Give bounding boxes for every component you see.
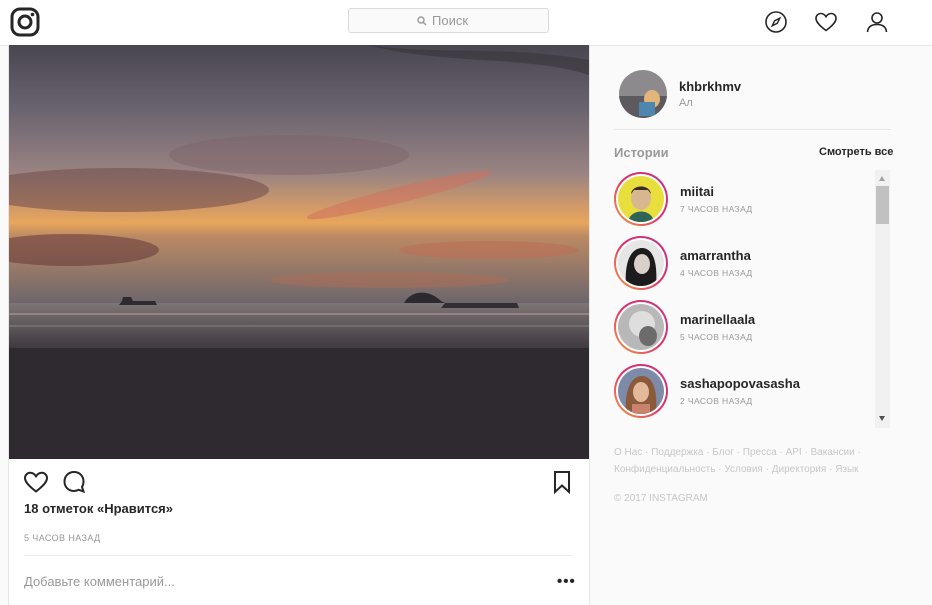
profile-full-name: Ал (679, 97, 693, 109)
search-icon (417, 15, 427, 25)
footer-link-privacy[interactable]: Конфиденциальность (614, 464, 715, 475)
compass-icon[interactable] (764, 10, 788, 34)
scroll-down-arrow-icon[interactable] (879, 416, 885, 421)
comment-divider (24, 555, 574, 556)
story-timestamp: 2 ЧАСОВ НАЗАД (680, 396, 753, 406)
copyright: © 2017 INSTAGRAM (614, 493, 708, 504)
stories-list: miitai 7 ЧАСОВ НАЗАД amarrantha 4 ЧАСОВ … (614, 170, 890, 428)
post-photo[interactable] (9, 45, 589, 459)
story-username[interactable]: miitai (680, 184, 714, 199)
post-card: 18 отметок «Нравится» 5 ЧАСОВ НАЗАД Доба… (8, 45, 590, 605)
story-avatar (618, 304, 664, 350)
story-ring (614, 364, 668, 418)
story-item[interactable]: miitai 7 ЧАСОВ НАЗАД (614, 170, 870, 230)
footer-link-language[interactable]: Язык (835, 464, 858, 475)
story-ring (614, 172, 668, 226)
see-all-stories-link[interactable]: Смотреть все (819, 146, 893, 158)
profile-username[interactable]: khbrkhmv (679, 79, 741, 94)
likes-count[interactable]: 18 отметок «Нравится» (24, 501, 173, 516)
stories-scrollbar[interactable] (875, 170, 890, 428)
story-username[interactable]: marinellaala (680, 312, 755, 327)
search-box[interactable] (348, 8, 549, 33)
bookmark-icon[interactable] (549, 469, 575, 495)
scroll-thumb[interactable] (876, 186, 889, 224)
footer-link-terms[interactable]: Условия (724, 464, 763, 475)
story-ring (614, 236, 668, 290)
post-timestamp: 5 ЧАСОВ НАЗАД (24, 533, 101, 543)
story-avatar (618, 176, 664, 222)
footer-link-jobs[interactable]: Вакансии (811, 447, 855, 458)
comment-input[interactable]: Добавьте комментарий... (24, 574, 175, 589)
story-timestamp: 4 ЧАСОВ НАЗАД (680, 268, 753, 278)
scroll-up-arrow-icon[interactable] (879, 176, 885, 181)
footer-link-api[interactable]: API (786, 447, 802, 458)
person-icon[interactable] (865, 10, 889, 34)
post-actions (23, 469, 575, 497)
story-avatar (618, 240, 664, 286)
instagram-logo[interactable] (10, 7, 40, 37)
story-item[interactable]: sashapopovasasha 2 ЧАСОВ НАЗАД (614, 362, 870, 422)
story-timestamp: 7 ЧАСОВ НАЗАД (680, 204, 753, 214)
heart-icon[interactable] (814, 10, 838, 34)
comment-icon[interactable] (61, 469, 87, 495)
more-options-button[interactable]: ••• (557, 573, 576, 590)
like-heart-icon[interactable] (23, 469, 49, 495)
search-input[interactable] (432, 13, 480, 28)
footer-link-press[interactable]: Пресса (743, 447, 777, 458)
stories-heading: Истории (614, 145, 669, 160)
sidebar-divider (614, 129, 891, 130)
story-avatar (618, 368, 664, 414)
profile-avatar[interactable] (619, 70, 667, 118)
current-user-profile[interactable]: khbrkhmv Ал (619, 70, 891, 128)
footer-links: О Нас · Поддержка · Блог · Пресса · API … (614, 447, 861, 475)
footer-link-support[interactable]: Поддержка (651, 447, 703, 458)
top-navigation-bar (0, 0, 932, 46)
footer-link-about[interactable]: О Нас (614, 447, 642, 458)
story-username[interactable]: sashapopovasasha (680, 376, 800, 391)
story-item[interactable]: marinellaala 5 ЧАСОВ НАЗАД (614, 298, 870, 358)
story-timestamp: 5 ЧАСОВ НАЗАД (680, 332, 753, 342)
story-ring (614, 300, 668, 354)
footer-link-directory[interactable]: Директория (772, 464, 827, 475)
story-item[interactable]: amarrantha 4 ЧАСОВ НАЗАД (614, 234, 870, 294)
story-username[interactable]: amarrantha (680, 248, 751, 263)
footer-link-blog[interactable]: Блог (712, 447, 734, 458)
